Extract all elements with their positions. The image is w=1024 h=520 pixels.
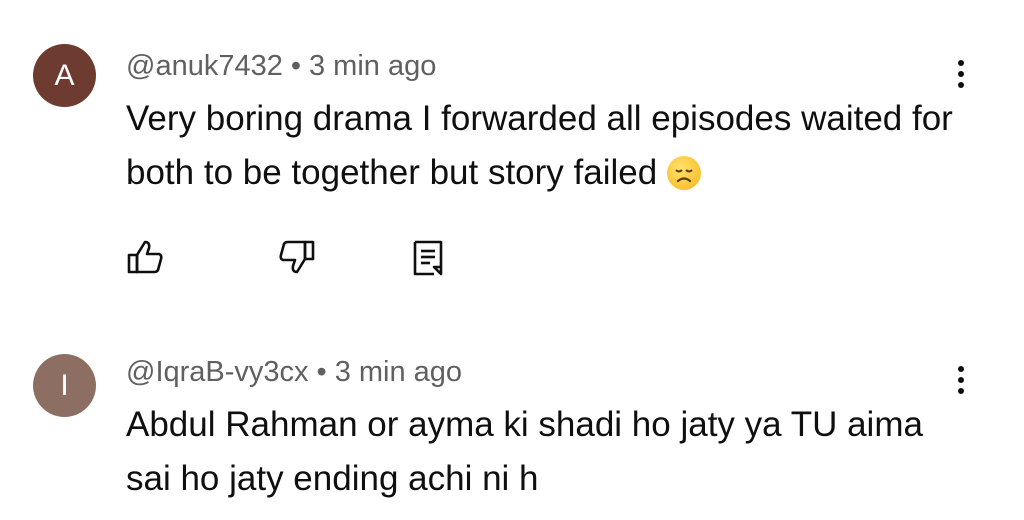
dot-icon — [958, 377, 964, 383]
dot-icon — [958, 71, 964, 77]
comment-1: A @anuk7432 • 3 min ago Very boring drama … — [0, 0, 1024, 300]
disappointed-face-emoji — [667, 156, 702, 190]
avatar-letter: I — [60, 368, 69, 402]
dot-icon — [958, 366, 964, 372]
username[interactable]: @anuk7432 — [126, 50, 283, 82]
thumbs-down-icon — [279, 240, 315, 274]
reply-comment-icon — [413, 240, 443, 276]
like-button[interactable] — [120, 232, 170, 282]
timestamp[interactable]: 3 min ago — [335, 356, 462, 388]
more-options-button[interactable] — [946, 52, 976, 96]
reply-button[interactable] — [403, 232, 453, 282]
comment-2: I @IqraB-vy3cx • 3 min ago Abdul Rahman or… — [0, 340, 1024, 520]
comment-text: Very boring drama I forwarded all episod… — [126, 92, 956, 200]
dislike-button[interactable] — [272, 232, 322, 282]
comment-actions — [120, 232, 480, 282]
dot-icon — [958, 60, 964, 66]
username[interactable]: @IqraB-vy3cx — [126, 356, 309, 388]
avatar[interactable]: I — [33, 354, 96, 417]
comment-meta: @anuk7432 • 3 min ago — [126, 50, 436, 83]
comment-text: Abdul Rahman or ayma ki shadi ho jaty ya… — [126, 398, 956, 506]
comment-body: Abdul Rahman or ayma ki shadi ho jaty ya… — [126, 405, 923, 498]
comment-body: Very boring drama I forwarded all episod… — [126, 99, 953, 192]
more-options-button[interactable] — [946, 358, 976, 402]
dot-icon — [958, 388, 964, 394]
avatar-letter: A — [54, 58, 75, 92]
comment-meta: @IqraB-vy3cx • 3 min ago — [126, 356, 462, 389]
separator: • — [316, 356, 327, 388]
thumbs-up-icon — [127, 240, 163, 274]
dot-icon — [958, 82, 964, 88]
timestamp[interactable]: 3 min ago — [309, 50, 436, 82]
avatar[interactable]: A — [33, 44, 96, 107]
separator: • — [290, 50, 301, 82]
